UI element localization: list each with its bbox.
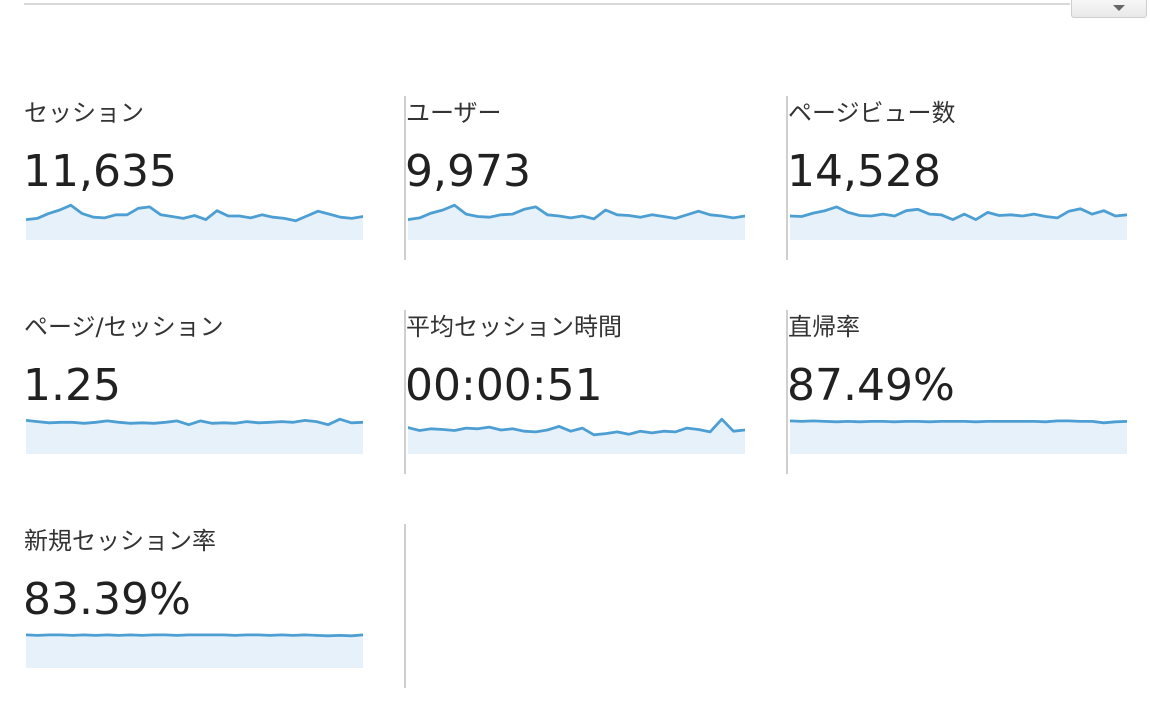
sparkline-line xyxy=(26,633,363,638)
metric-value: 14,528 xyxy=(787,146,941,197)
sparkline-area xyxy=(26,634,363,668)
metric-label: 平均セッション時間 xyxy=(406,313,622,341)
metric-card-sessions[interactable]: セッション 11,635 xyxy=(23,96,406,260)
metric-card-users[interactable]: ユーザー 9,973 xyxy=(405,96,788,260)
metric-value: 11,635 xyxy=(23,146,177,197)
metric-value: 00:00:51 xyxy=(405,360,603,411)
metric-label: 新規セッション率 xyxy=(24,527,216,555)
top-divider xyxy=(24,0,1070,5)
metric-value: 9,973 xyxy=(405,146,531,197)
metric-label: ページビュー数 xyxy=(788,99,956,127)
metric-sparkline xyxy=(790,419,1127,454)
collapse-dropdown-button[interactable] xyxy=(1071,0,1147,18)
metric-value: 83.39% xyxy=(23,574,191,625)
metric-sparkline xyxy=(790,205,1127,240)
metric-sparkline xyxy=(26,203,363,240)
metric-label: ページ/セッション xyxy=(24,313,224,341)
sparkline-area xyxy=(790,206,1127,240)
metric-card-avg-session-duration[interactable]: 平均セッション時間 00:00:51 xyxy=(405,310,788,474)
sparkline-line xyxy=(790,419,1127,425)
metric-value: 1.25 xyxy=(23,360,121,411)
metric-value: 87.49% xyxy=(787,360,955,411)
metric-card-pages-per-session[interactable]: ページ/セッション 1.25 xyxy=(23,310,406,474)
metric-sparkline xyxy=(408,203,745,240)
metric-sparkline xyxy=(26,633,363,668)
metric-sparkline xyxy=(26,417,363,454)
sparkline-area xyxy=(408,419,745,454)
metric-sparkline xyxy=(408,417,745,454)
metric-label: 直帰率 xyxy=(788,313,860,341)
metric-card-bounce-rate[interactable]: 直帰率 87.49% xyxy=(787,310,1150,474)
chevron-down-icon xyxy=(1113,5,1125,11)
sparkline-area xyxy=(26,419,363,454)
metric-card-pageviews[interactable]: ページビュー数 14,528 xyxy=(787,96,1150,260)
sparkline-area xyxy=(408,205,745,240)
metric-label: セッション xyxy=(24,99,144,127)
sparkline-area xyxy=(790,420,1127,454)
metric-label: ユーザー xyxy=(406,99,502,127)
metric-card-new-session-rate[interactable]: 新規セッション率 83.39% xyxy=(23,524,406,688)
